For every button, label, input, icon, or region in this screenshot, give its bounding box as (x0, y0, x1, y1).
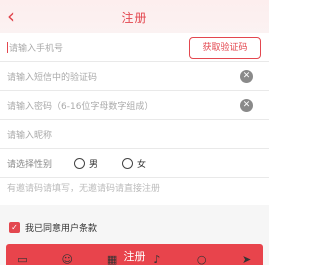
header-bar: ‹ 注册 (0, 0, 269, 34)
gender-option-label: 女 (137, 159, 147, 170)
page-title: 注册 (121, 10, 148, 25)
clear-icon[interactable]: ✕ (240, 99, 253, 112)
nickname-field[interactable]: 请输入昵称 (0, 120, 269, 149)
radio-circle-icon (74, 157, 86, 169)
text-cursor (7, 41, 8, 53)
invite-hint: 有邀请码请填写，无邀请码请直接注册 (7, 184, 161, 194)
sms-code-placeholder: 请输入短信中的验证码 (7, 72, 98, 83)
mic-icon[interactable]: ♪ (150, 254, 164, 265)
chat-icon[interactable]: ☺ (60, 254, 74, 265)
agreement-label: 我已同意用户条款 (25, 224, 98, 234)
agreement-checkbox[interactable]: ✓ 我已同意用户条款 (9, 221, 97, 234)
gender-row: 请选择性别 男 女 (0, 149, 269, 178)
grid-icon[interactable]: ▦ (105, 254, 119, 265)
phone-field[interactable]: 请输入手机号 获取验证码 (0, 33, 269, 62)
send-icon[interactable]: ➤ (240, 254, 254, 265)
clear-icon[interactable]: ✕ (240, 70, 253, 83)
radio-circle-icon (122, 157, 134, 169)
password-field[interactable]: 请输入密码（6-16位字母数字组成） ✕ (0, 91, 269, 120)
chevron-left-icon[interactable]: ‹ (2, 5, 20, 27)
gender-option-label: 男 (89, 159, 99, 170)
password-placeholder: 请输入密码（6-16位字母数字组成） (7, 101, 154, 112)
checkmark-icon: ✓ (9, 222, 20, 233)
gender-label: 请选择性别 (7, 159, 53, 170)
get-code-button[interactable]: 获取验证码 (189, 37, 261, 59)
nickname-placeholder: 请输入昵称 (7, 130, 53, 141)
phone-placeholder: 请输入手机号 (9, 43, 64, 54)
search-icon[interactable]: ○ (195, 254, 209, 265)
gender-option-female[interactable]: 女 (122, 157, 146, 170)
image-icon[interactable]: ▭ (15, 254, 29, 265)
keyboard-toolbar: ▭ ☺ ▦ ♪ ○ ➤ (0, 254, 269, 265)
sms-code-field[interactable]: 请输入短信中的验证码 ✕ (0, 62, 269, 91)
gender-option-male[interactable]: 男 (74, 157, 98, 170)
